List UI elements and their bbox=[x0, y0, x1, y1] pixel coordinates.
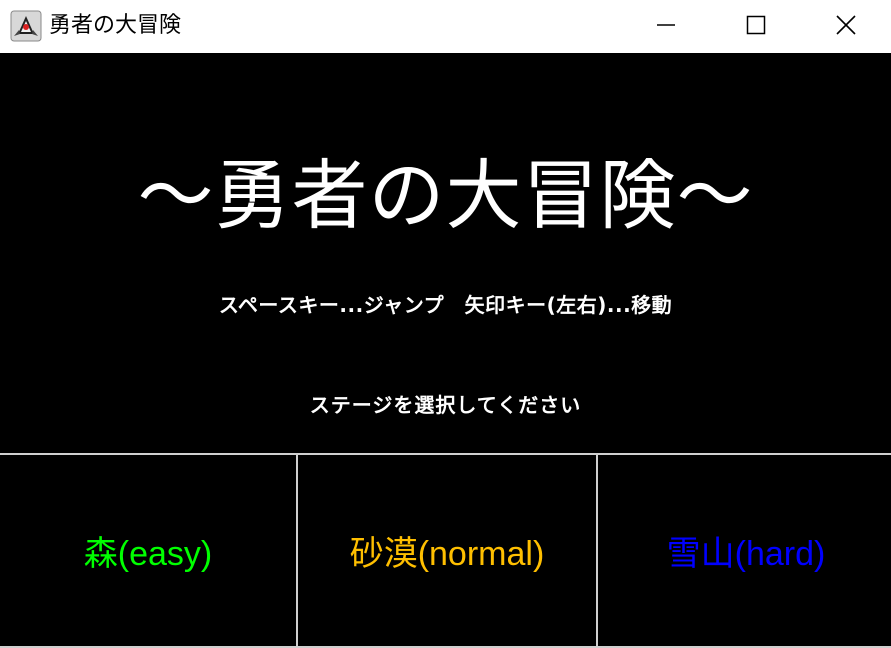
stage-select-prompt: ステージを選択してください bbox=[309, 393, 582, 417]
app-window: 勇者の大冒険 ～勇者の大冒険～ スペースキー...ジャンプ 矢印キー(左右)..… bbox=[0, 0, 891, 648]
stage-buttons: 森(easy) 砂漠(normal) 雪山(hard) bbox=[0, 453, 891, 648]
title-bar[interactable]: 勇者の大冒険 bbox=[0, 0, 891, 53]
java-duke-icon bbox=[10, 10, 42, 42]
close-button[interactable] bbox=[801, 0, 891, 53]
minimize-button[interactable] bbox=[621, 0, 711, 53]
maximize-icon bbox=[746, 15, 766, 39]
stage-snow-mountain-button[interactable]: 雪山(hard) bbox=[596, 453, 891, 648]
minimize-icon bbox=[656, 15, 676, 39]
stage-desert-button[interactable]: 砂漠(normal) bbox=[296, 453, 598, 648]
window-title: 勇者の大冒険 bbox=[49, 13, 182, 38]
game-screen: ～勇者の大冒険～ スペースキー...ジャンプ 矢印キー(左右)...移動 ステー… bbox=[0, 53, 891, 648]
game-title: ～勇者の大冒険～ bbox=[137, 151, 754, 240]
controls-instructions: スペースキー...ジャンプ 矢印キー(左右)...移動 bbox=[218, 293, 673, 317]
close-icon bbox=[835, 14, 857, 40]
stage-forest-button[interactable]: 森(easy) bbox=[0, 453, 298, 648]
maximize-button[interactable] bbox=[711, 0, 801, 53]
